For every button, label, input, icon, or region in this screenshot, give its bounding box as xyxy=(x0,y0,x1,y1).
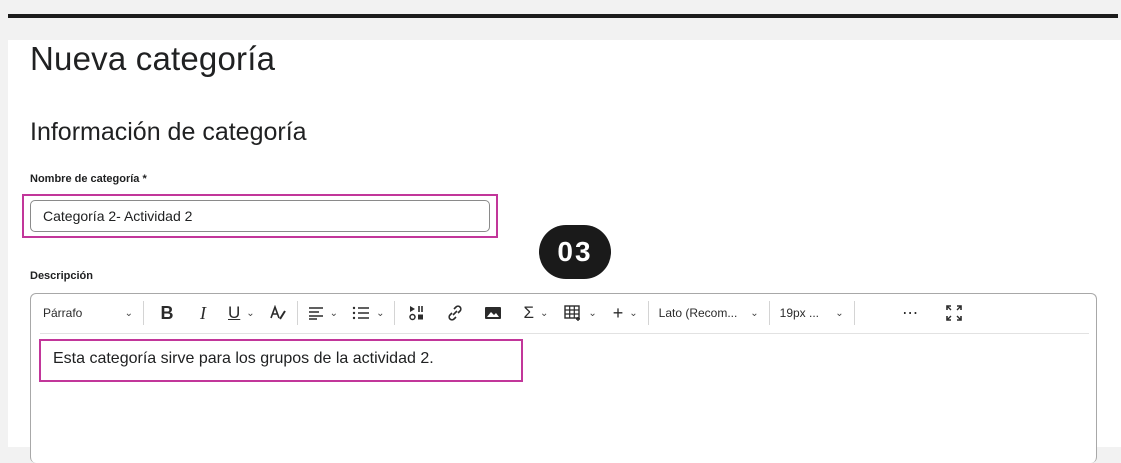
toolbar-separator xyxy=(853,301,855,325)
insert-button[interactable]: + ⌄ xyxy=(613,294,638,332)
toolbar-separator xyxy=(647,301,649,325)
text-color-button[interactable] xyxy=(269,294,287,332)
chevron-down-icon: ⌄ xyxy=(588,307,597,319)
page-title: Nueva categoría xyxy=(30,40,276,77)
more-icon: ⋯ xyxy=(902,305,920,322)
font-family-label: Lato (Recom... xyxy=(658,306,738,320)
equation-icon: Σ xyxy=(523,303,534,322)
section-title: Información de categoría xyxy=(30,118,307,146)
font-size-select[interactable]: 19px ... ⌄ xyxy=(780,294,844,332)
content-highlight: Esta categoría sirve para los grupos de … xyxy=(39,339,523,382)
insert-media-button[interactable] xyxy=(405,294,429,332)
font-size-label: 19px ... xyxy=(779,306,820,320)
top-bar xyxy=(0,0,1121,14)
description-label: Descripción xyxy=(30,270,93,282)
editor-toolbar: Párrafo ⌄ B I U ⌄ ⌄ ⌄ Σ ⌄ ⌄ + ⌄ Lato (Re… xyxy=(31,294,1098,332)
insert-image-button[interactable] xyxy=(481,294,505,332)
table-button[interactable]: ⌄ xyxy=(564,294,597,332)
toolbar-separator xyxy=(768,301,770,325)
chevron-down-icon: ⌄ xyxy=(329,307,339,319)
chevron-down-icon: ⌄ xyxy=(246,307,255,319)
table-icon xyxy=(564,305,581,321)
equation-button[interactable]: Σ ⌄ xyxy=(523,294,548,332)
insert-link-button[interactable] xyxy=(443,294,467,332)
block-format-select[interactable]: Párrafo ⌄ xyxy=(43,294,133,332)
italic-button[interactable]: I xyxy=(190,294,216,332)
top-divider xyxy=(8,14,1118,18)
chevron-down-icon: ⌄ xyxy=(539,307,549,319)
align-icon xyxy=(308,307,323,320)
chevron-down-icon: ⌄ xyxy=(376,307,385,319)
chevron-down-icon: ⌄ xyxy=(124,307,133,319)
name-highlight: Categoría 2- Actividad 2 xyxy=(22,194,498,238)
chevron-down-icon: ⌄ xyxy=(629,307,638,319)
form-page: Nueva categoría Información de categoría… xyxy=(8,40,1121,463)
bold-button[interactable]: B xyxy=(154,294,180,332)
list-icon xyxy=(352,306,370,320)
list-button[interactable]: ⌄ xyxy=(352,294,384,332)
editor-content[interactable]: Esta categoría sirve para los grupos de … xyxy=(53,350,434,368)
category-name-input[interactable]: Categoría 2- Actividad 2 xyxy=(30,200,490,232)
toolbar-separator xyxy=(296,301,298,325)
font-family-select[interactable]: Lato (Recom... ⌄ xyxy=(659,294,759,332)
name-label: Nombre de categoría * xyxy=(30,173,147,185)
underline-button[interactable]: U ⌄ xyxy=(228,294,255,332)
toolbar-divider xyxy=(40,333,1089,334)
align-button[interactable]: ⌄ xyxy=(308,294,338,332)
bold-icon: B xyxy=(160,302,174,323)
text-color-icon xyxy=(269,305,286,320)
fullscreen-button[interactable] xyxy=(943,294,965,332)
chevron-down-icon: ⌄ xyxy=(750,307,759,319)
insert-icon: + xyxy=(612,302,624,323)
chevron-down-icon: ⌄ xyxy=(835,307,844,319)
more-options-button[interactable]: ⋯ xyxy=(899,294,923,332)
media-icon xyxy=(409,306,424,321)
block-format-label: Párrafo xyxy=(43,306,83,320)
description-editor: Párrafo ⌄ B I U ⌄ ⌄ ⌄ Σ ⌄ ⌄ + ⌄ Lato (Re… xyxy=(30,293,1097,463)
toolbar-separator xyxy=(394,301,396,325)
italic-icon: I xyxy=(200,302,206,323)
step-badge: 03 xyxy=(539,225,611,279)
image-icon xyxy=(485,307,502,319)
fullscreen-icon xyxy=(945,305,962,321)
underline-icon: U xyxy=(228,303,241,322)
toolbar-separator xyxy=(143,301,144,325)
link-icon xyxy=(448,305,463,321)
